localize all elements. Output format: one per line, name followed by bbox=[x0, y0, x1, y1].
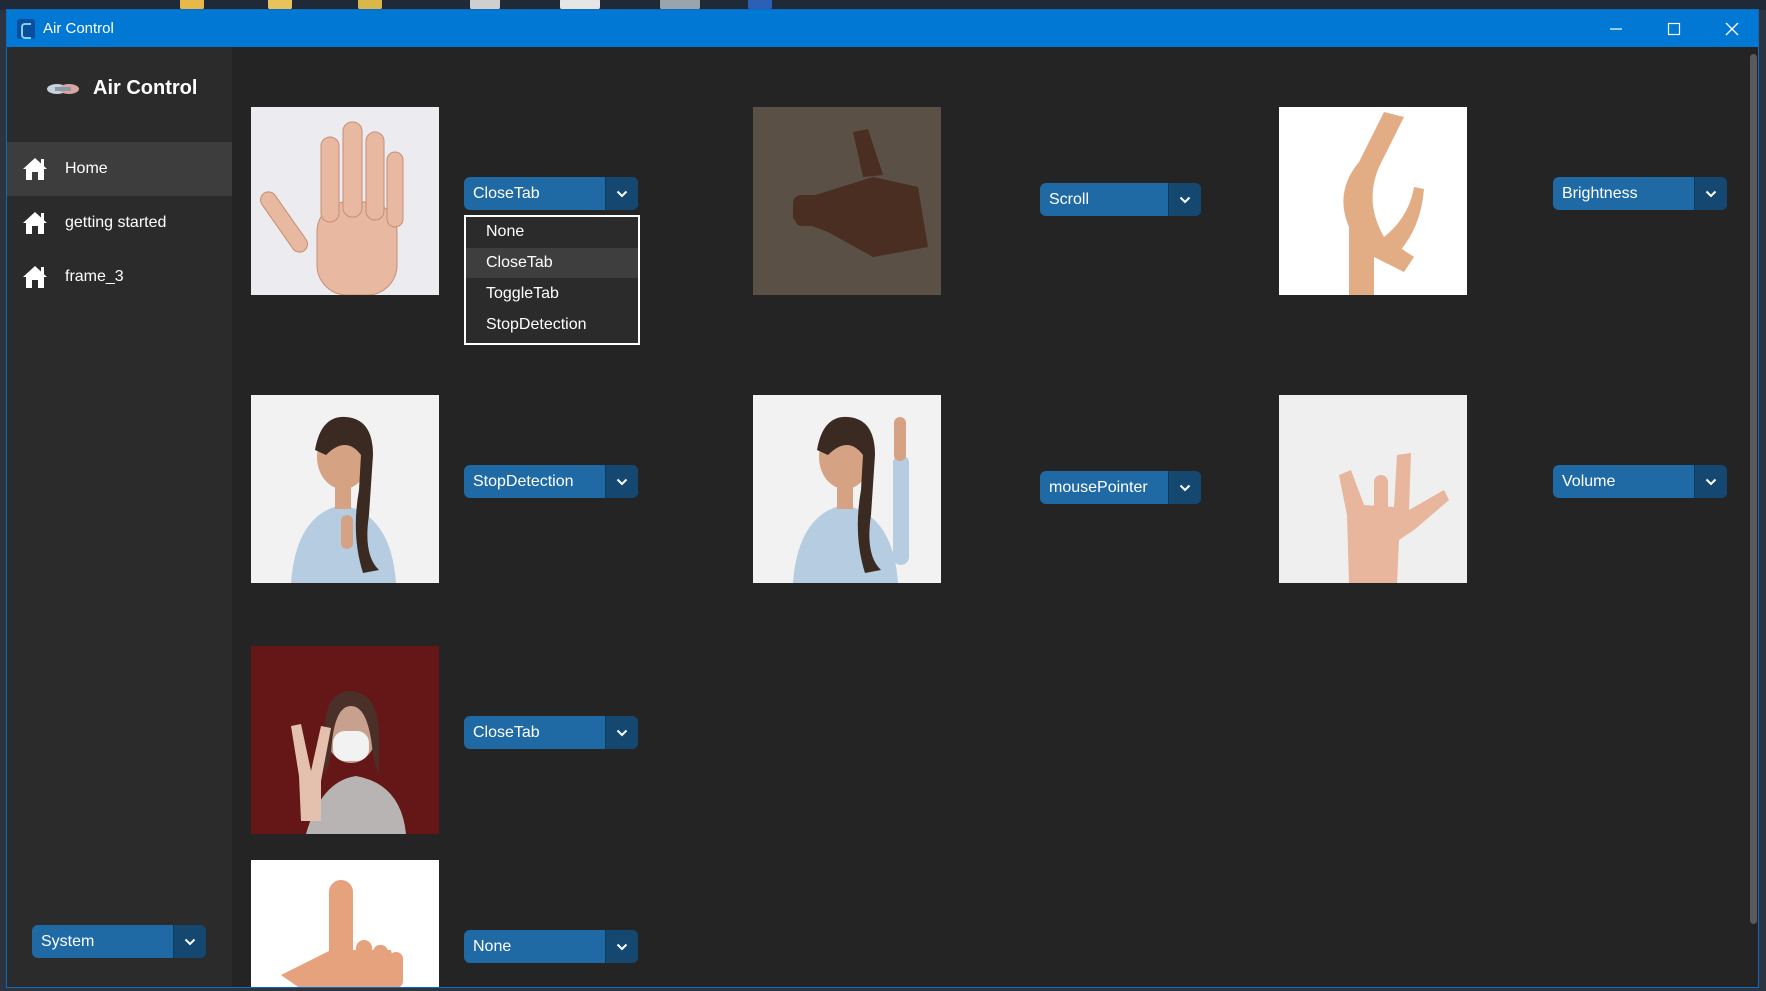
sidebar-item-frame-3[interactable]: frame_3 bbox=[7, 250, 232, 304]
home-icon bbox=[23, 266, 47, 288]
action-select-open-palm[interactable]: CloseTab bbox=[464, 177, 638, 210]
chevron-down-icon[interactable] bbox=[605, 716, 638, 749]
chevron-down-icon[interactable] bbox=[605, 465, 638, 498]
chevron-down-icon[interactable] bbox=[1694, 465, 1727, 498]
title-bar[interactable]: Air Control bbox=[7, 10, 1758, 47]
chevron-down-icon[interactable] bbox=[1168, 471, 1201, 504]
action-select-index-finger-at-chest[interactable]: StopDetection bbox=[464, 465, 638, 498]
sidebar-item-label: getting started bbox=[65, 214, 167, 231]
action-select-value: CloseTab bbox=[473, 185, 540, 202]
window-title: Air Control bbox=[43, 20, 114, 37]
gesture-image-l-shape bbox=[251, 860, 439, 987]
home-icon bbox=[23, 212, 47, 234]
action-select-index-finger-up[interactable]: mousePointer bbox=[1040, 471, 1201, 504]
action-select-finger-gun[interactable]: Scroll bbox=[1040, 183, 1201, 216]
home-icon bbox=[23, 158, 47, 180]
gesture-image-index-finger-up bbox=[753, 395, 941, 583]
sidebar: Air Control Home getting started frame_3 bbox=[7, 47, 232, 987]
app-window: Air Control Air Control Home getting sta… bbox=[6, 9, 1759, 988]
dropdown-option-toggletab[interactable]: ToggleTab bbox=[466, 279, 638, 309]
action-select-value: Scroll bbox=[1049, 191, 1090, 208]
sidebar-item-label: Home bbox=[65, 160, 108, 177]
action-select-value: None bbox=[473, 938, 512, 955]
chevron-down-icon[interactable] bbox=[605, 177, 638, 210]
action-select-value: mousePointer bbox=[1049, 479, 1148, 496]
gesture-image-index-finger-at-chest bbox=[251, 395, 439, 583]
minimize-icon bbox=[1610, 27, 1622, 30]
action-select-value: CloseTab bbox=[473, 724, 540, 741]
sidebar-item-label: frame_3 bbox=[65, 268, 124, 285]
action-select-rock-sign[interactable]: Volume bbox=[1553, 465, 1727, 498]
action-select-l-shape[interactable]: None bbox=[464, 930, 638, 963]
chevron-down-icon[interactable] bbox=[1168, 183, 1201, 216]
chevron-down-icon[interactable] bbox=[173, 925, 206, 958]
minimize-button[interactable] bbox=[1587, 10, 1645, 47]
dropdown-option-stopdetection[interactable]: StopDetection bbox=[466, 310, 638, 340]
maximize-button[interactable] bbox=[1645, 10, 1703, 47]
scrollbar-thumb[interactable] bbox=[1750, 54, 1757, 924]
appearance-mode-select[interactable]: System bbox=[32, 925, 206, 958]
dropdown-option-closetab[interactable]: CloseTab bbox=[466, 248, 638, 278]
chevron-down-icon[interactable] bbox=[1694, 177, 1727, 210]
dropdown-option-none[interactable]: None bbox=[466, 217, 638, 247]
action-select-value: Brightness bbox=[1562, 185, 1638, 202]
action-select-value: Volume bbox=[1562, 473, 1616, 490]
gesture-image-finger-gun bbox=[753, 107, 941, 295]
sidebar-header: Air Control bbox=[45, 77, 197, 100]
appearance-mode-value: System bbox=[41, 933, 95, 950]
gesture-image-rock-sign bbox=[1279, 395, 1467, 583]
sidebar-item-getting-started[interactable]: getting started bbox=[7, 196, 232, 250]
app-name: Air Control bbox=[93, 77, 198, 99]
app-icon bbox=[17, 19, 35, 39]
close-button[interactable] bbox=[1703, 10, 1758, 47]
gesture-mapping-grid: CloseTab Scroll Brightness StopDetection… bbox=[232, 47, 1747, 987]
action-select-c-shape[interactable]: Brightness bbox=[1553, 177, 1727, 210]
action-select-peace-sign[interactable]: CloseTab bbox=[464, 716, 638, 749]
action-dropdown-menu: None CloseTab ToggleTab StopDetection bbox=[464, 215, 640, 345]
close-icon bbox=[1725, 22, 1739, 35]
action-select-value: StopDetection bbox=[473, 473, 574, 490]
sidebar-item-home[interactable]: Home bbox=[7, 142, 232, 196]
gesture-image-peace-sign bbox=[251, 646, 439, 834]
gesture-image-c-shape bbox=[1279, 107, 1467, 295]
chevron-down-icon[interactable] bbox=[605, 930, 638, 963]
maximize-icon bbox=[1667, 22, 1681, 35]
gesture-image-open-palm bbox=[251, 107, 439, 295]
logo-icon bbox=[47, 83, 79, 94]
